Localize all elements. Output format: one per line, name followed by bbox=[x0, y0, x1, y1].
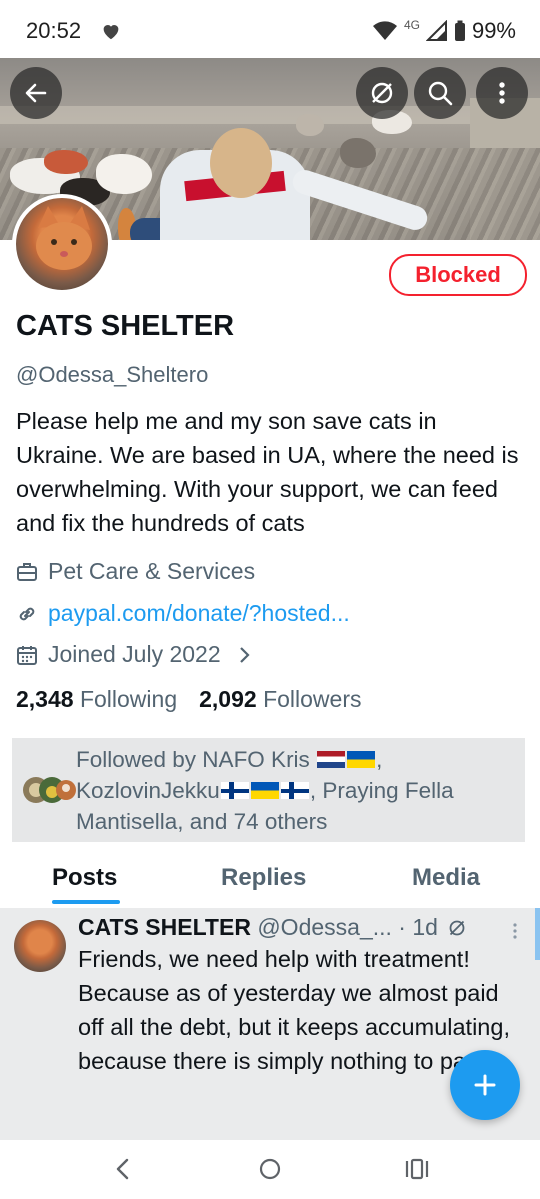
post-more-icon[interactable] bbox=[512, 922, 518, 940]
finland-flag-icon bbox=[280, 782, 309, 799]
nav-home-icon[interactable] bbox=[258, 1157, 282, 1181]
cat-figure bbox=[340, 138, 376, 168]
post-avatar[interactable] bbox=[14, 920, 66, 972]
post-author-name: CATS SHELTER bbox=[78, 914, 251, 940]
battery-percent: 99% bbox=[471, 18, 516, 43]
ukraine-flag-icon bbox=[250, 782, 279, 799]
cat-figure bbox=[296, 114, 324, 136]
post-time: · 1d bbox=[398, 914, 438, 940]
joined-row[interactable]: Joined July 2022 bbox=[16, 641, 255, 668]
followers-label: Followers bbox=[263, 686, 362, 712]
status-bar: 20:52 4G 99% bbox=[0, 0, 540, 62]
active-tab-indicator bbox=[52, 900, 120, 904]
signal-icon bbox=[425, 20, 447, 41]
compose-button[interactable] bbox=[450, 1050, 520, 1120]
cat-avatar-image bbox=[36, 206, 92, 270]
network-label: 4G bbox=[403, 18, 420, 32]
profile-bio: Please help me and my son save cats in U… bbox=[16, 408, 519, 536]
profile-category: Pet Care & Services bbox=[16, 558, 255, 585]
status-time: 20:52 bbox=[26, 18, 82, 43]
followed-by-prefix: Followed by NAFO Kris bbox=[76, 747, 310, 772]
status-icons: 4G 99% bbox=[372, 18, 516, 44]
search-button[interactable] bbox=[414, 67, 466, 119]
compose-plus-icon bbox=[474, 1074, 496, 1096]
followed-by-text: Followed by NAFO Kris , KozlovinJekku, P… bbox=[76, 747, 454, 834]
followers-count: 2,092 bbox=[199, 686, 257, 712]
post-author-handle: @Odessa_... bbox=[257, 914, 392, 940]
follower-avatars bbox=[23, 777, 76, 803]
more-icon bbox=[499, 82, 505, 104]
tab-media[interactable]: Media bbox=[412, 864, 480, 892]
battery-icon bbox=[454, 20, 465, 41]
chevron-right-icon bbox=[239, 646, 250, 663]
profile-link[interactable]: paypal.com/donate/?hosted... bbox=[48, 600, 350, 627]
nav-recents-icon[interactable] bbox=[404, 1157, 430, 1181]
blocked-button[interactable]: Blocked bbox=[389, 254, 527, 296]
follow-counts: 2,348 Following 2,092 Followers bbox=[16, 686, 361, 713]
netherlands-flag-icon bbox=[317, 751, 346, 768]
ukraine-flag-icon bbox=[347, 751, 376, 768]
cat-figure bbox=[44, 150, 88, 174]
more-options-button[interactable] bbox=[476, 67, 528, 119]
mute-button[interactable] bbox=[356, 67, 408, 119]
system-navigation-bar bbox=[0, 1140, 540, 1199]
briefcase-icon bbox=[17, 562, 37, 581]
post-header: CATS SHELTER @Odessa_... · 1d bbox=[78, 914, 466, 941]
following-count: 2,348 bbox=[16, 686, 74, 712]
wifi-icon bbox=[372, 21, 397, 40]
category-label: Pet Care & Services bbox=[48, 558, 256, 584]
back-arrow-icon bbox=[25, 83, 47, 103]
mute-icon bbox=[371, 82, 393, 104]
mute-icon bbox=[449, 920, 465, 936]
calendar-icon bbox=[17, 645, 37, 665]
profile-handle: @Odessa_Sheltero bbox=[16, 362, 209, 387]
profile-name: CATS SHELTER bbox=[16, 310, 235, 342]
nav-back-icon[interactable] bbox=[113, 1157, 133, 1181]
link-icon bbox=[19, 607, 35, 620]
finland-flag-icon bbox=[220, 782, 249, 799]
followers-link[interactable]: 2,092 Followers bbox=[199, 686, 361, 713]
profile-link-row: paypal.com/donate/?hosted... bbox=[16, 600, 350, 627]
cat-figure bbox=[96, 154, 152, 194]
tab-replies[interactable]: Replies bbox=[221, 864, 306, 892]
scroll-indicator bbox=[535, 908, 540, 960]
back-button[interactable] bbox=[10, 67, 62, 119]
tab-posts[interactable]: Posts bbox=[52, 864, 117, 892]
profile-avatar[interactable] bbox=[12, 194, 112, 294]
heart-icon bbox=[103, 25, 119, 40]
post-text: Friends, we need help with treatment! Be… bbox=[78, 946, 510, 1074]
search-icon bbox=[428, 81, 453, 106]
following-link[interactable]: 2,348 Following bbox=[16, 686, 177, 713]
joined-label: Joined July 2022 bbox=[48, 641, 221, 667]
followed-by-name: KozlovinJekku bbox=[76, 778, 220, 803]
followed-by-box[interactable]: Followed by NAFO Kris , KozlovinJekku, P… bbox=[12, 738, 525, 842]
following-label: Following bbox=[79, 686, 178, 712]
